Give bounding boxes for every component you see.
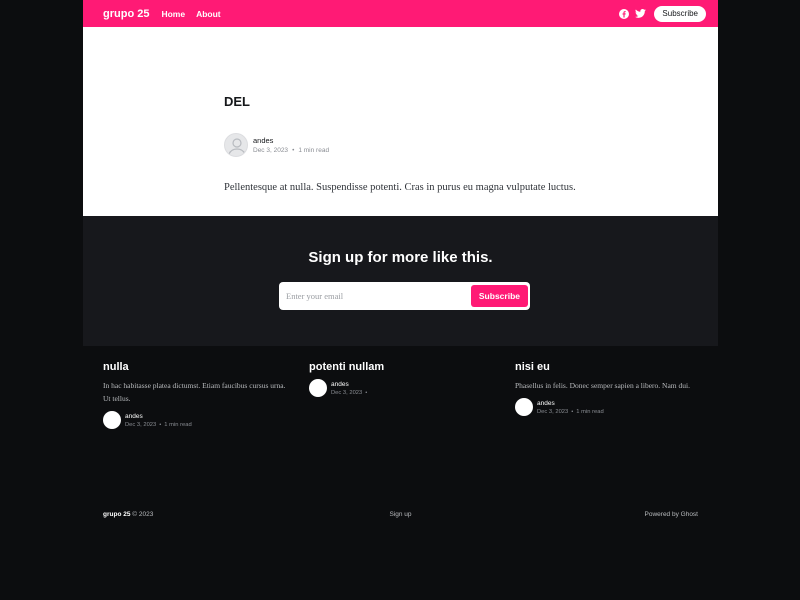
author-name-link[interactable]: andes — [253, 136, 329, 145]
user-icon — [228, 138, 246, 155]
post-card[interactable]: nulla In hac habitasse platea dictumst. … — [103, 361, 293, 429]
byline-meta: andes Dec 3, 2023 • 1 min read — [253, 136, 329, 154]
post-byline: andes Dec 3, 2023 • 1 min read — [515, 398, 705, 416]
meta-separator: • — [292, 147, 295, 154]
article-date: Dec 3, 2023 — [253, 147, 289, 154]
meta-separator: • — [159, 421, 162, 428]
signup-subscribe-button[interactable]: Subscribe — [470, 285, 528, 307]
post-author-link[interactable]: andes — [331, 381, 370, 388]
site-container: grupo 25 Home About Subscribe DEL andes … — [83, 0, 718, 600]
email-input[interactable] — [286, 291, 471, 301]
nav-about-link[interactable]: About — [196, 9, 221, 19]
post-card[interactable]: potenti nullam andes Dec 3, 2023 • — [309, 361, 499, 397]
post-meta: Dec 3, 2023 • 1 min read — [125, 422, 192, 428]
post-read-time: 1 min read — [164, 421, 192, 428]
article-byline: andes Dec 3, 2023 • 1 min read — [224, 133, 329, 157]
top-navbar: grupo 25 Home About Subscribe — [83, 0, 718, 27]
post-meta: Dec 3, 2023 • 1 min read — [537, 409, 604, 415]
author-avatar[interactable] — [224, 133, 248, 157]
footer-signup-link[interactable]: Sign up — [83, 511, 718, 518]
post-meta: Dec 3, 2023 • — [331, 390, 370, 396]
article-meta: Dec 3, 2023 • 1 min read — [253, 147, 329, 154]
signup-title: Sign up for more like this. — [308, 249, 493, 266]
nav-home-link[interactable]: Home — [161, 9, 185, 19]
signup-section: Sign up for more like this. Subscribe — [83, 216, 718, 346]
post-title[interactable]: nisi eu — [515, 361, 705, 373]
post-date: Dec 3, 2023 — [537, 408, 569, 415]
post-read-time: 1 min read — [576, 408, 604, 415]
post-date: Dec 3, 2023 — [331, 389, 363, 396]
meta-separator: • — [365, 389, 368, 396]
related-posts: nulla In hac habitasse platea dictumst. … — [83, 346, 718, 496]
signup-form: Subscribe — [279, 282, 530, 310]
article-title: DEL — [224, 94, 250, 109]
article-read-time: 1 min read — [298, 147, 330, 154]
post-title[interactable]: nulla — [103, 361, 293, 373]
post-excerpt: In hac habitasse platea dictumst. Etiam … — [103, 381, 286, 403]
site-title-link[interactable]: grupo 25 — [103, 8, 149, 20]
article-section: DEL andes Dec 3, 2023 • 1 min read Pellent… — [83, 27, 718, 216]
post-excerpt: Phasellus in felis. Donec semper sapien … — [515, 381, 690, 390]
post-author-link[interactable]: andes — [125, 413, 192, 420]
post-title[interactable]: potenti nullam — [309, 361, 499, 373]
site-footer: grupo 25 © 2023 Sign up Powered by Ghost — [83, 509, 718, 519]
post-byline: andes Dec 3, 2023 • — [309, 379, 499, 397]
post-byline: andes Dec 3, 2023 • 1 min read — [103, 411, 293, 429]
twitter-icon[interactable] — [635, 8, 647, 19]
author-avatar[interactable] — [515, 398, 533, 416]
meta-separator: • — [571, 408, 574, 415]
post-date: Dec 3, 2023 — [125, 421, 157, 428]
author-avatar[interactable] — [309, 379, 327, 397]
post-author-link[interactable]: andes — [537, 400, 604, 407]
author-avatar[interactable] — [103, 411, 121, 429]
facebook-icon[interactable] — [618, 8, 629, 19]
header-subscribe-button[interactable]: Subscribe — [654, 5, 706, 22]
article-body: Pellentesque at nulla. Suspendisse poten… — [224, 182, 576, 193]
post-card[interactable]: nisi eu Phasellus in felis. Donec semper… — [515, 361, 705, 416]
